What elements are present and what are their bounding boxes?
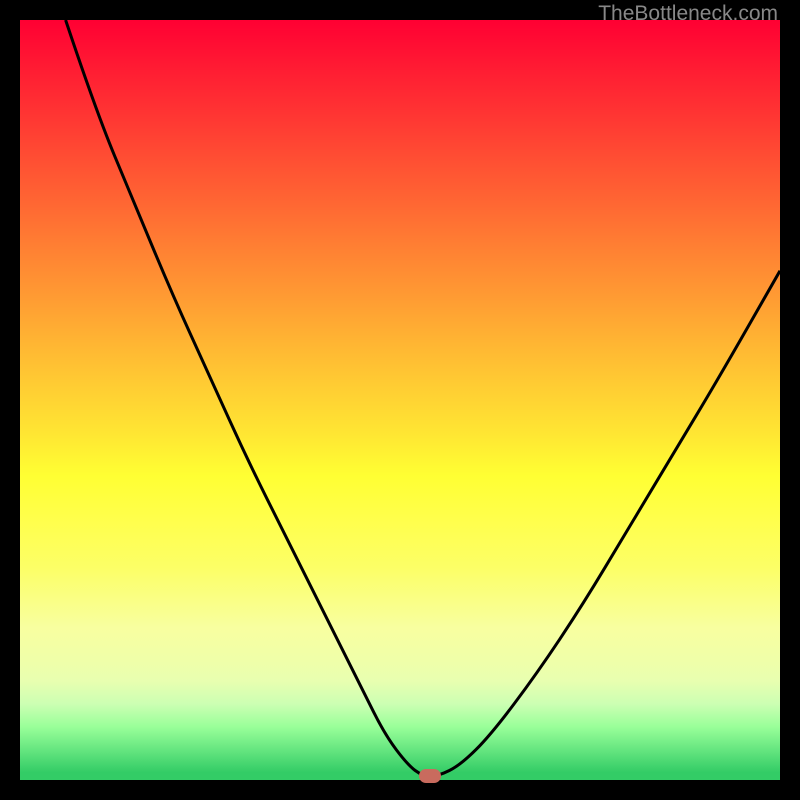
bottleneck-curve: [66, 20, 780, 776]
minimum-marker: [419, 769, 441, 783]
plot-gradient-area: [20, 20, 780, 780]
chart-container: TheBottleneck.com: [0, 0, 800, 800]
attribution-label: TheBottleneck.com: [598, 2, 778, 26]
curve-svg: [20, 20, 780, 780]
